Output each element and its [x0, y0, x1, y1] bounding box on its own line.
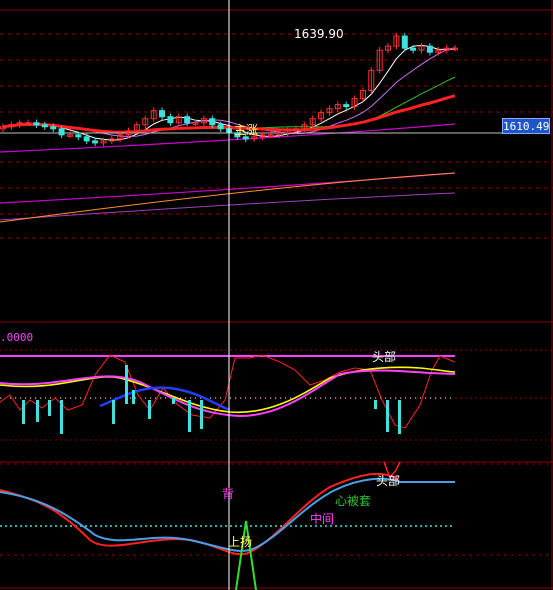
candle-body — [75, 134, 82, 138]
candle-body — [184, 116, 191, 124]
candle-body — [41, 124, 48, 128]
candle-body — [401, 35, 408, 49]
candle-body — [33, 122, 40, 126]
current-price-tag: 1610.49 — [502, 118, 550, 134]
osc-bar — [125, 365, 128, 404]
candle-body — [167, 116, 174, 124]
osc-bar — [60, 400, 63, 434]
osc-bar — [132, 390, 135, 404]
candle-body — [410, 47, 417, 51]
oscillator-lines — [0, 354, 456, 434]
osc-bar — [374, 400, 377, 409]
osc-bar — [48, 400, 51, 416]
candle-body — [209, 118, 216, 126]
candle-body — [242, 136, 249, 140]
osc-bar — [36, 400, 39, 422]
candle-body — [58, 128, 65, 136]
osc-head-label: 头部 — [372, 349, 396, 364]
osc-bar — [148, 400, 151, 419]
bottom-up-label: 上扬 — [228, 534, 252, 549]
osc-level-label: .0000 — [0, 331, 33, 344]
candle-body — [217, 124, 224, 130]
osc-bar — [112, 400, 115, 424]
osc-bar — [386, 400, 389, 432]
panel-borders — [0, 0, 553, 590]
bottom-trapped-label: 心被套 — [335, 494, 371, 508]
candle-body — [83, 136, 90, 142]
main-rise-label: 主涨 — [234, 122, 258, 137]
candle-body — [50, 126, 57, 130]
bottom-back-label: 背 — [222, 487, 234, 501]
stock-chart: 1639.90 主涨 .0000 头部 头部 心被套 中间 背 上扬 — [0, 0, 553, 590]
osc-bar — [188, 400, 191, 432]
candle-body — [426, 45, 433, 53]
grid-lines — [0, 33, 553, 556]
ma-orange-line — [0, 172, 456, 223]
bottom-mid-label: 中间 — [310, 511, 334, 526]
candle-body — [159, 110, 166, 118]
high-price-label: 1639.90 — [294, 27, 344, 41]
bottom-head-label: 头部 — [376, 473, 400, 488]
osc-bar — [22, 400, 25, 424]
candle-body — [343, 104, 350, 108]
osc-bar — [398, 400, 401, 434]
candle-body — [92, 140, 99, 144]
osc-bar — [200, 400, 203, 429]
ma250-line — [0, 192, 456, 221]
osc-bar — [172, 398, 175, 404]
